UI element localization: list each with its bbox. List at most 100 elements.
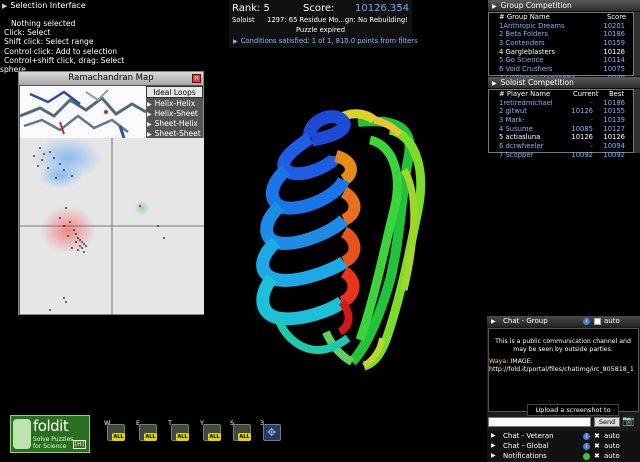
table-row[interactable]: 4 Susume 10085 10127 <box>489 125 633 134</box>
table-row[interactable]: 1retiredmichael - 10186 <box>489 99 633 108</box>
rama-plot[interactable] <box>20 138 204 314</box>
table-row[interactable]: 5 Go Science 10114 <box>489 56 633 65</box>
checkbox-icon[interactable] <box>594 318 601 325</box>
info-icon[interactable]: i <box>583 318 590 325</box>
table-row[interactable]: 3 Contenders 10159 <box>489 39 633 48</box>
table-header-row: # Player Name Current Best <box>489 90 633 99</box>
chat-veteran-row[interactable]: ▶ Chat - Veteran i ✖ auto show <box>487 431 640 450</box>
alpha-helix <box>256 110 361 355</box>
chat-global-row[interactable]: ▶ Chat - Global i ✖ auto show <box>487 441 640 460</box>
group-score: 10201 <box>603 21 625 30</box>
all-badge: ALL <box>144 433 157 441</box>
group-name: 4 Gargleblasters <box>499 47 556 56</box>
table-row[interactable]: 6 dcrwheeler - 10094 <box>489 142 633 151</box>
message-text[interactable]: IMAGE: http://fold.it/portal/files/chati… <box>489 358 634 373</box>
player-name: 4 Susume <box>499 124 533 133</box>
send-button[interactable]: Send <box>594 417 620 427</box>
auto-show-label: auto show <box>604 452 620 460</box>
logo-badge: [H] <box>72 440 86 449</box>
table-row[interactable]: 4 Gargleblasters 10126 <box>489 48 633 57</box>
scrollbar[interactable] <box>634 89 640 153</box>
table-row[interactable]: 2 Beta Folders 10186 <box>489 30 633 39</box>
group-name: 5 Go Science <box>499 56 544 65</box>
loop-item[interactable]: ▶ Helix-Helix <box>147 99 204 109</box>
foldit-logo[interactable]: foldit Solve Puzzles for Science [H] <box>10 415 90 453</box>
close-icon[interactable]: ✖ <box>594 431 600 441</box>
col-best: Best <box>609 90 625 98</box>
camera-icon[interactable]: 📷 <box>622 416 638 428</box>
upload-tooltip: Upload a screenshot to chat. <box>527 404 619 425</box>
chat-input[interactable] <box>488 417 591 427</box>
collapse-arrow-icon: ▶ <box>491 318 496 325</box>
table-row[interactable]: 1Anthropic Dreams 10201 <box>489 22 633 31</box>
logo-tagline: Solve Puzzles for Science <box>33 436 74 450</box>
collapse-arrow-icon[interactable]: ▶ <box>2 2 7 10</box>
protein-3d-view[interactable] <box>240 100 440 380</box>
close-icon[interactable]: × <box>192 74 201 83</box>
scrollbar[interactable] <box>634 12 640 76</box>
close-icon[interactable]: ✖ <box>594 451 600 461</box>
group-score: 10075 <box>603 65 625 74</box>
player-best: 10126 <box>603 133 625 142</box>
chat-message: Waya: IMAGE: http://fold.it/portal/files… <box>489 358 637 374</box>
player-best: 10127 <box>603 124 625 133</box>
collapse-arrow-icon: ▶ <box>492 3 497 10</box>
sidechain-all-tool[interactable]: S ALL <box>230 419 252 442</box>
wiggle-all-tool[interactable]: W ALL <box>104 419 126 442</box>
notifications-row[interactable]: ▶ Notifications ✖ auto show <box>487 451 640 461</box>
table-row[interactable]: 3 Mark- - 10139 <box>489 116 633 125</box>
info-icon[interactable]: i <box>583 442 590 450</box>
backbone-preview-image <box>20 86 146 138</box>
close-icon[interactable]: ✖ <box>594 441 600 451</box>
collapse-arrow-icon: ▶ <box>492 80 497 87</box>
score-panel: Rank: 5 Score: 10126.354 Soloist 1297: 6… <box>229 0 418 48</box>
soloist-competition-header[interactable]: ▶ Soloist Competition <box>488 77 640 88</box>
shake-all-tool[interactable]: E ALL <box>136 419 158 442</box>
group-competition-table: # Group Name Score 1Anthropic Dreams 1020… <box>488 12 634 82</box>
soloist-rows: 1retiredmichael -10186 2 gitwut 10126 10155 3… <box>489 99 633 160</box>
rama-title-bar[interactable]: Ramachandran Map <box>19 72 203 85</box>
group-competition-header[interactable]: ▶ Group Competition <box>488 0 640 11</box>
message-user: Waya: <box>489 358 509 365</box>
notifications-title: Notifications <box>503 452 547 460</box>
conditions-link[interactable]: ▶ Conditions satisfied: 1 of 1, 810.0 poi… <box>233 37 418 45</box>
chat-group-header[interactable]: ▶ Chat - Group i auto show <box>487 316 640 336</box>
rama-plot-graphic <box>20 138 204 314</box>
ideal-loops-button[interactable]: Ideal Loops <box>146 86 203 98</box>
player-current: - <box>590 116 593 125</box>
table-row[interactable]: 7 Scopper 10092 10092 <box>489 151 633 160</box>
logo-name: foldit <box>33 417 69 435</box>
table-row[interactable]: 6 Void Crushers 10075 <box>489 65 633 74</box>
table-row[interactable]: 2 gitwut 10126 10155 <box>489 107 633 116</box>
loop-item[interactable]: ▶ Helix-Sheet <box>147 109 204 119</box>
rank-label: Rank: 5 <box>232 3 270 14</box>
player-name: 6 dcrwheeler <box>499 142 544 151</box>
group-score: 10186 <box>603 30 625 39</box>
tweak-all-tool[interactable]: T ALL <box>168 419 190 442</box>
player-name: 5 actiasluna <box>499 133 541 142</box>
puzzle-name: 1297: 65 Residue Mo...gn: No Rebuilding! <box>267 16 408 24</box>
ramachandran-map-window[interactable]: Ramachandran Map × Ideal Loops ▶ Helix-He… <box>18 71 204 315</box>
table-row[interactable]: 5 actiasluna 10126 10126 <box>489 133 633 142</box>
col-name: # Group Name <box>499 13 550 21</box>
player-current: 10126 <box>571 107 593 116</box>
info-icon[interactable]: i <box>583 432 590 440</box>
rebuild-all-tool[interactable]: Y ALL <box>200 419 222 442</box>
selection-title[interactable]: ▶ Selection Interface <box>2 1 86 10</box>
group-score: 10126 <box>603 47 625 56</box>
selection-line: Click: Select <box>4 28 51 38</box>
score-value: 10126.354 <box>355 3 410 14</box>
selection-line: Shift click: Select range <box>4 37 94 47</box>
collapse-arrow-icon: ▶ <box>491 452 496 459</box>
col-score: Score <box>607 13 627 21</box>
play-icon: ▶ <box>147 131 152 138</box>
move-tool[interactable]: 3 ✥ <box>260 419 282 442</box>
loop-item[interactable]: ▶ Sheet-Helix <box>147 119 204 129</box>
player-name: 3 Mark- <box>499 116 525 125</box>
loop-type-list: ▶ Helix-Helix ▶ Helix-Sheet ▶ Sheet-Helix ▶… <box>147 99 204 139</box>
soloist-competition-panel: ▶ Soloist Competition # Player Name Curre… <box>488 77 640 159</box>
mode-label: Soloist <box>232 16 255 24</box>
player-best: 10139 <box>603 116 625 125</box>
player-best: 10094 <box>603 142 625 151</box>
collapse-arrow-icon: ▶ <box>491 432 496 439</box>
